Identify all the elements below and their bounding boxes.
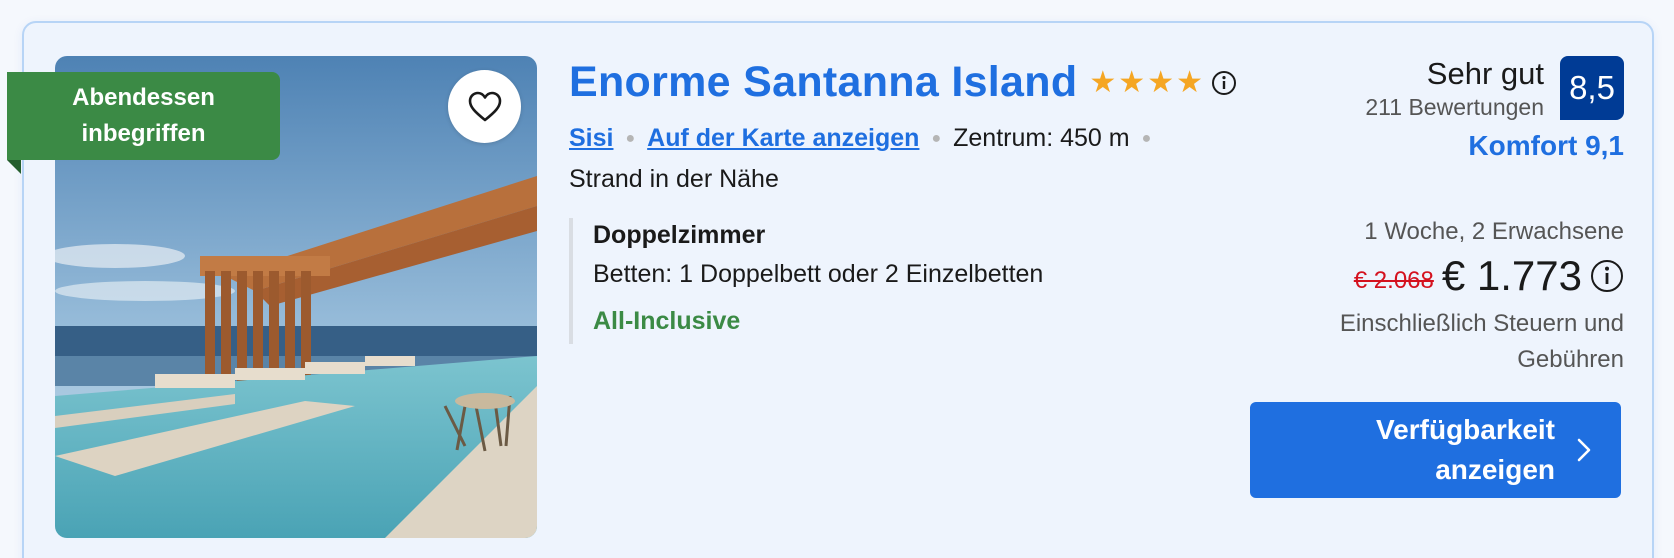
show-on-map-link[interactable]: Auf der Karte anzeigen xyxy=(647,124,919,153)
heart-icon xyxy=(468,91,501,121)
meal-included-badge: Abendessen inbegriffen xyxy=(7,72,280,160)
current-price: € 1.773 xyxy=(1441,252,1582,299)
area-link[interactable]: Sisi xyxy=(569,124,613,153)
title-row: Enorme Santanna Island ★ ★ ★ ★ xyxy=(569,58,1237,107)
badge-line-2: inbegriffen xyxy=(81,120,206,147)
tax-note: Einschließlich Steuern und Gebühren xyxy=(1284,306,1624,378)
room-type: Doppelzimmer xyxy=(593,221,766,249)
review-count: 211 Bewertungen xyxy=(1365,94,1544,120)
hotel-name[interactable]: Enorme Santanna Island xyxy=(569,58,1077,107)
tax-line-2: Gebühren xyxy=(1517,346,1624,373)
score-label: Sehr gut xyxy=(1426,56,1544,91)
chevron-right-icon xyxy=(1577,438,1591,462)
review-score[interactable]: Sehr gut 211 Bewertungen 8,5 xyxy=(1365,56,1624,121)
tax-line-1: Einschließlich Steuern und xyxy=(1339,310,1624,337)
star-icon: ★ xyxy=(1118,65,1146,99)
bed-config: Betten: 1 Doppelbett oder 2 Einzelbetten xyxy=(593,260,1044,288)
board-type: All-Inclusive xyxy=(593,307,741,335)
badge-line-1: Abendessen xyxy=(72,84,215,111)
comfort-score: Komfort 9,1 xyxy=(1468,130,1624,161)
separator-dot: ● xyxy=(931,129,942,147)
distance-to-center: Zentrum: 450 m xyxy=(953,124,1130,152)
star-rating: ★ ★ ★ ★ xyxy=(1089,65,1204,99)
location-row: Sisi ● Auf der Karte anzeigen ● Zentrum:… xyxy=(569,124,1163,153)
badge-fold xyxy=(7,160,21,174)
favorite-button[interactable] xyxy=(448,70,521,143)
original-price: € 2.068 xyxy=(1353,267,1434,294)
score-text: Sehr gut 211 Bewertungen xyxy=(1365,56,1544,121)
cta-line-2: anzeigen xyxy=(1435,454,1555,485)
stay-duration: 1 Woche, 2 Erwachsene xyxy=(1364,218,1624,245)
room-info: Doppelzimmer Betten: 1 Doppelbett oder 2… xyxy=(569,218,1043,344)
info-icon[interactable] xyxy=(1211,70,1237,96)
info-icon[interactable] xyxy=(1590,259,1624,293)
cta-label: Verfügbarkeit anzeigen xyxy=(1335,410,1555,490)
star-icon: ★ xyxy=(1089,65,1117,99)
star-icon: ★ xyxy=(1147,65,1175,99)
star-icon: ★ xyxy=(1176,65,1204,99)
separator-dot: ● xyxy=(625,129,636,147)
separator-dot: ● xyxy=(1141,129,1152,147)
price-row: € 2.068 € 1.773 xyxy=(1354,252,1624,300)
beach-nearby: Strand in der Nähe xyxy=(569,165,779,193)
cta-line-1: Verfügbarkeit xyxy=(1376,414,1555,445)
see-availability-button[interactable]: Verfügbarkeit anzeigen xyxy=(1250,402,1621,498)
score-badge: 8,5 xyxy=(1560,56,1624,120)
